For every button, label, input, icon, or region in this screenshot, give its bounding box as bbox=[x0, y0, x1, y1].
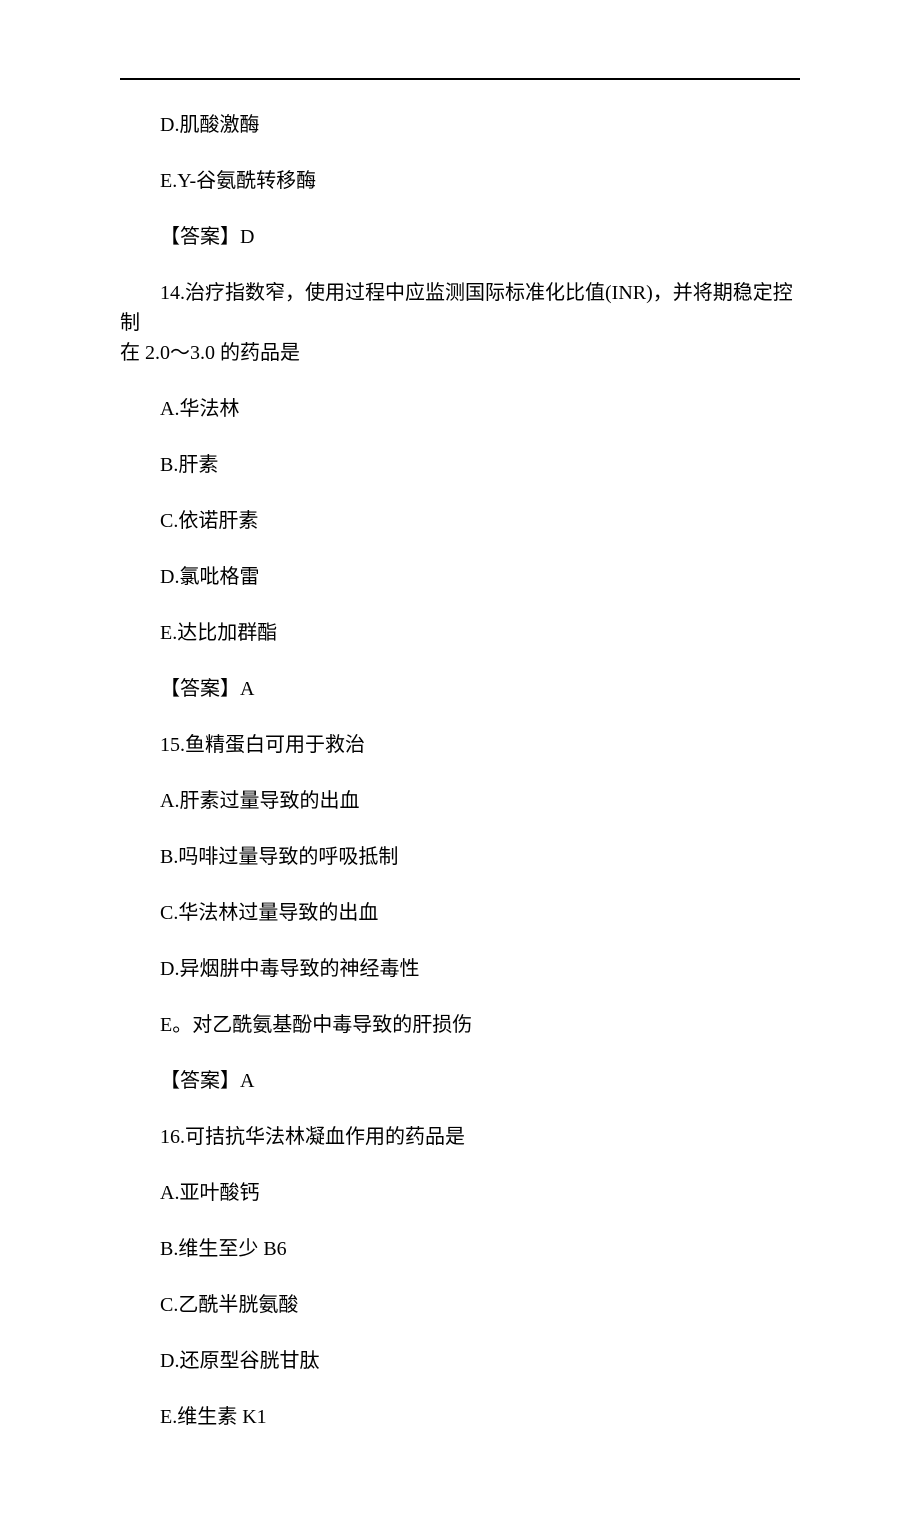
option-c: C.华法林过量导致的出血 bbox=[120, 898, 800, 928]
option-e: E.维生素 K1 bbox=[120, 1402, 800, 1432]
question-14-line1: 14.治疗指数窄，使用过程中应监测国际标准化比值(INR)，并将期稳定控制 bbox=[120, 282, 793, 334]
option-e: E.达比加群酯 bbox=[120, 618, 800, 648]
option-e: E。对乙酰氨基酚中毒导致的肝损伤 bbox=[120, 1010, 800, 1040]
document-page: D.肌酸激酶 E.Y-谷氨酰转移酶 【答案】D 14.治疗指数窄，使用过程中应监… bbox=[0, 0, 920, 1518]
answer-label: 【答案】A bbox=[120, 1066, 800, 1096]
question-16: 16.可拮抗华法林凝血作用的药品是 bbox=[120, 1122, 800, 1152]
answer-label: 【答案】A bbox=[120, 674, 800, 704]
option-b: B.肝素 bbox=[120, 450, 800, 480]
question-14: 14.治疗指数窄，使用过程中应监测国际标准化比值(INR)，并将期稳定控制 在 … bbox=[120, 278, 800, 368]
option-d: D.异烟肼中毒导致的神经毒性 bbox=[120, 954, 800, 984]
option-d: D.肌酸激酶 bbox=[120, 110, 800, 140]
option-c: C.乙酰半胱氨酸 bbox=[120, 1290, 800, 1320]
option-a: A.华法林 bbox=[120, 394, 800, 424]
option-b: B.吗啡过量导致的呼吸抵制 bbox=[120, 842, 800, 872]
question-14-line2: 在 2.0～3.0 的药品是 bbox=[120, 338, 800, 368]
option-e: E.Y-谷氨酰转移酶 bbox=[120, 166, 800, 196]
answer-label: 【答案】D bbox=[120, 222, 800, 252]
question-15: 15.鱼精蛋白可用于救治 bbox=[120, 730, 800, 760]
option-b: B.维生至少 B6 bbox=[120, 1234, 800, 1264]
option-d: D.还原型谷胱甘肽 bbox=[120, 1346, 800, 1376]
option-a: A.亚叶酸钙 bbox=[120, 1178, 800, 1208]
option-c: C.依诺肝素 bbox=[120, 506, 800, 536]
option-d: D.氯吡格雷 bbox=[120, 562, 800, 592]
header-rule bbox=[120, 78, 800, 80]
option-a: A.肝素过量导致的出血 bbox=[120, 786, 800, 816]
